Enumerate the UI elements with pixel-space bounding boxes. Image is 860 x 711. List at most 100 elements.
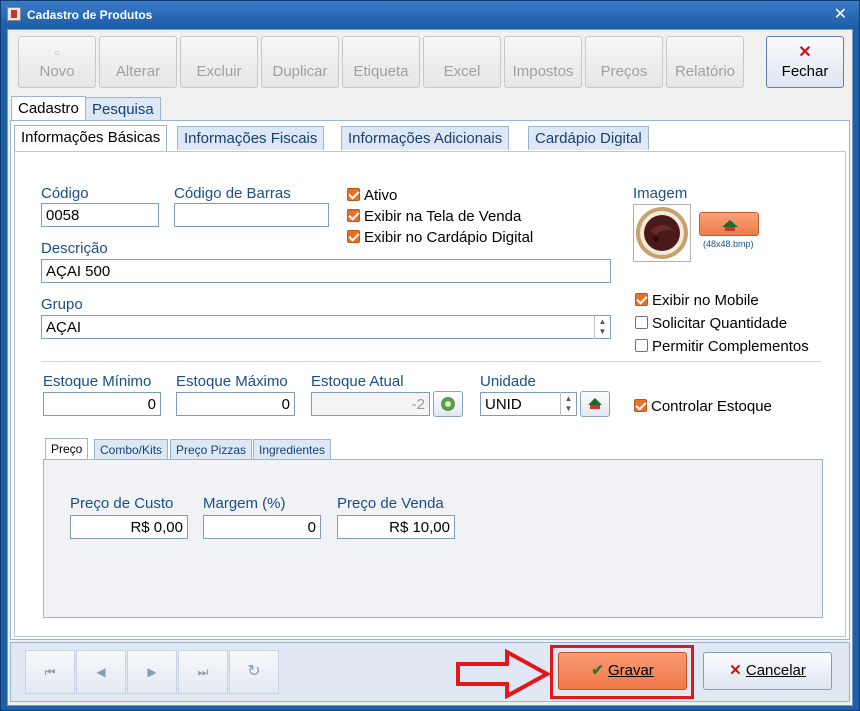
solicitar-quantidade-check-box[interactable] [635, 316, 648, 329]
cancel-x-icon: ✕ [729, 662, 742, 679]
estoque-atual-label: Estoque Atual [311, 373, 404, 390]
controlar-estoque-checkbox[interactable]: Controlar Estoque [634, 398, 772, 415]
exibir-cardapio-digital-label: Exibir no Cardápio Digital [364, 229, 534, 246]
new-icon: ▫ [54, 45, 60, 60]
edit-button-label: Alterar [115, 63, 161, 80]
grupo-label: Grupo [41, 296, 83, 313]
unidade-label: Unidade [480, 373, 536, 390]
check-icon: ✔ [591, 662, 604, 679]
preco-custo-label: Preço de Custo [70, 495, 174, 512]
permitir-complementos-checkbox[interactable]: Permitir Complementos [635, 338, 809, 355]
margem-input[interactable]: 0 [203, 515, 321, 539]
exibir-mobile-check-box[interactable] [635, 293, 648, 306]
load-image-button[interactable] [699, 212, 759, 236]
footer-bar: ⏮ ◀ ▶ ⏭ ↻ ✔ Gravar ✕ Cancelar [10, 642, 850, 702]
descricao-input[interactable]: AÇAI 500 [41, 259, 611, 283]
new-button-label: Novo [39, 63, 75, 80]
permitir-complementos-label: Permitir Complementos [652, 338, 809, 355]
close-button[interactable]: ✕ Fechar [766, 36, 844, 88]
duplicate-button[interactable]: Duplicar [261, 36, 339, 88]
controlar-estoque-check-box[interactable] [634, 399, 647, 412]
section-divider [41, 361, 821, 362]
client-area: ▫ Novo Alterar Excluir Duplicar Etiqueta… [7, 29, 853, 706]
grupo-dropdown-arrows-icon[interactable]: ▲ ▼ [594, 315, 610, 339]
exibir-mobile-checkbox[interactable]: Exibir no Mobile [635, 292, 759, 309]
exibir-cardapio-digital-check-box[interactable] [347, 230, 360, 243]
preco-venda-label: Preço de Venda [337, 495, 444, 512]
unidade-manage-button[interactable] [580, 391, 610, 417]
label-print-button[interactable]: Etiqueta [342, 36, 420, 88]
tab-preco-pizzas[interactable]: Preço Pizzas [170, 439, 253, 459]
save-button-label: Gravar [607, 662, 654, 679]
exibir-tela-venda-checkbox[interactable]: Exibir na Tela de Venda [347, 208, 521, 225]
toolbar: ▫ Novo Alterar Excluir Duplicar Etiqueta… [18, 36, 848, 92]
descricao-label: Descrição [41, 240, 108, 257]
tab-cadastro[interactable]: Cadastro [11, 96, 86, 122]
tab-ingredientes[interactable]: Ingredientes [253, 439, 332, 459]
window-title: Cadastro de Produtos [27, 8, 153, 22]
title-bar[interactable]: Cadastro de Produtos ✕ [1, 1, 859, 29]
label-print-button-label: Etiqueta [353, 63, 409, 80]
grupo-value: AÇAI [46, 319, 82, 336]
product-image[interactable] [633, 204, 691, 262]
solicitar-quantidade-checkbox[interactable]: Solicitar Quantidade [635, 315, 787, 332]
close-window-icon[interactable]: ✕ [834, 4, 847, 24]
delete-button-label: Excluir [196, 63, 242, 80]
tab-combo-kits[interactable]: Combo/Kits [94, 439, 169, 459]
preco-custo-input[interactable]: R$ 0,00 [70, 515, 188, 539]
refresh-icon[interactable]: ↻ [229, 650, 279, 694]
tab-informacoes-basicas[interactable]: Informações Básicas [14, 125, 168, 151]
preco-venda-input[interactable]: R$ 10,00 [337, 515, 455, 539]
permitir-complementos-check-box[interactable] [635, 339, 648, 352]
unidade-value: UNID [485, 396, 522, 413]
taxes-button[interactable]: Impostos [504, 36, 582, 88]
cadastro-panel: Informações Básicas Informações Fiscais … [10, 120, 850, 640]
save-button[interactable]: ✔ Gravar [558, 652, 687, 690]
first-record-icon[interactable]: ⏮ [25, 650, 75, 694]
tab-pesquisa[interactable]: Pesquisa [85, 97, 161, 121]
stock-adjust-button[interactable] [433, 391, 463, 417]
excel-button[interactable]: Excel [423, 36, 501, 88]
exibir-tela-venda-check-box[interactable] [347, 209, 360, 222]
codigo-input[interactable]: 0058 [41, 203, 159, 227]
estoque-maximo-input[interactable]: 0 [176, 392, 295, 416]
solicitar-quantidade-label: Solicitar Quantidade [652, 315, 788, 332]
tab-preco[interactable]: Preço [45, 438, 89, 460]
cancel-button-label: Cancelar [745, 662, 806, 679]
estoque-atual-input: -2 [311, 392, 430, 416]
ativo-check-box[interactable] [347, 188, 360, 201]
taxes-button-label: Impostos [512, 63, 574, 80]
stock-adjust-icon [441, 397, 455, 411]
tab-informacoes-fiscais[interactable]: Informações Fiscais [177, 126, 325, 150]
new-button[interactable]: ▫ Novo [18, 36, 96, 88]
report-button[interactable]: Relatório [666, 36, 744, 88]
margem-label: Margem (%) [203, 495, 286, 512]
estoque-minimo-label: Estoque Mínimo [43, 373, 152, 390]
duplicate-button-label: Duplicar [272, 63, 328, 80]
record-navigator: ⏮ ◀ ▶ ⏭ ↻ [25, 650, 285, 696]
exibir-cardapio-digital-checkbox[interactable]: Exibir no Cardápio Digital [347, 229, 533, 246]
unidade-manage-icon [588, 398, 602, 409]
previous-record-icon[interactable]: ◀ [76, 650, 126, 694]
acai-bowl-image [636, 207, 688, 259]
barcode-label: Código de Barras [174, 185, 291, 202]
tab-cardapio-digital[interactable]: Cardápio Digital [528, 126, 649, 150]
ativo-checkbox[interactable]: Ativo [347, 187, 397, 204]
grupo-select[interactable]: AÇAI [41, 315, 611, 339]
report-button-label: Relatório [674, 63, 736, 80]
exibir-mobile-label: Exibir no Mobile [652, 292, 759, 309]
barcode-input[interactable] [174, 203, 329, 227]
close-red-x-icon: ✕ [798, 44, 812, 61]
prices-button[interactable]: Preços [585, 36, 663, 88]
last-record-icon[interactable]: ⏭ [178, 650, 228, 694]
next-record-icon[interactable]: ▶ [127, 650, 177, 694]
prices-button-label: Preços [600, 63, 648, 80]
estoque-minimo-input[interactable]: 0 [43, 392, 161, 416]
delete-button[interactable]: Excluir [180, 36, 258, 88]
excel-button-label: Excel [443, 63, 481, 80]
unidade-dropdown-arrows-icon[interactable]: ▲ ▼ [560, 392, 576, 416]
basic-info-panel: Código 0058 Código de Barras Ativo Exibi… [14, 151, 846, 637]
cancel-button[interactable]: ✕ Cancelar [703, 652, 832, 690]
tab-informacoes-adicionais[interactable]: Informações Adicionais [341, 126, 510, 150]
edit-button[interactable]: Alterar [99, 36, 177, 88]
